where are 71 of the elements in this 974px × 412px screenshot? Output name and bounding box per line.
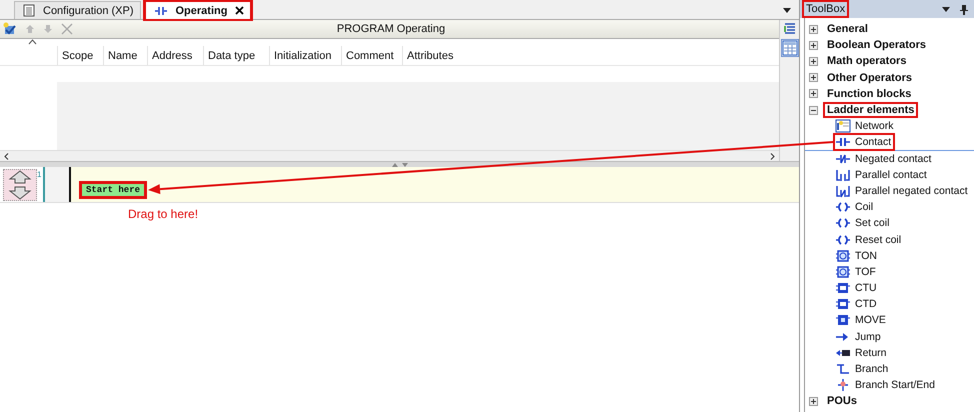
annotation-text: Drag to here! [127, 206, 198, 221]
column-header[interactable]: Data type [203, 46, 269, 65]
negated-contact-icon [835, 152, 851, 166]
collapse-icon[interactable] [809, 106, 818, 115]
pin-icon[interactable] [960, 4, 968, 14]
expand-icon[interactable] [809, 24, 818, 34]
toolbox-category[interactable]: Ladder elements [825, 104, 916, 116]
expand-icon[interactable] [809, 73, 818, 82]
toolbox-item[interactable]: Network [835, 119, 896, 134]
counter-block-icon [835, 281, 851, 296]
toolbox-item[interactable]: Branch Start/End [835, 378, 937, 392]
add-variable-icon[interactable] [3, 22, 17, 36]
toolbox-category[interactable]: Other Operators [825, 72, 914, 84]
toolbox-item[interactable]: Parallel contact [835, 168, 929, 182]
tab[interactable]: Configuration (XP) [14, 1, 140, 19]
toolbox-item[interactable]: MOVE [835, 313, 888, 328]
toolbox-item[interactable]: Negated contact [835, 152, 934, 166]
toolbox-item[interactable]: TOF [835, 264, 878, 279]
editor-title: PROGRAM Operating [336, 23, 446, 35]
toolbox-item[interactable]: Coil [835, 200, 876, 214]
toolbox-item[interactable]: TON [835, 248, 879, 263]
toolbox-item[interactable]: Parallel negated contact [835, 184, 970, 198]
expand-icon[interactable] [809, 89, 818, 98]
toolbox-category[interactable]: General [825, 23, 870, 36]
scroll-left-icon[interactable] [4, 152, 9, 160]
horizontal-scrollbar[interactable] [0, 150, 780, 161]
expand-icon[interactable] [809, 40, 818, 50]
timer-block-icon [835, 248, 851, 263]
toolbox-category[interactable]: Math operators [825, 55, 908, 68]
toolbox-item[interactable]: Branch [835, 362, 890, 376]
parallel-contact-icon [835, 168, 851, 182]
column-header[interactable]: Name [103, 46, 147, 65]
close-icon[interactable] [235, 6, 244, 15]
dropdown-icon[interactable] [942, 6, 950, 12]
document-icon [23, 4, 35, 17]
toolbox-item[interactable]: CTU [835, 281, 879, 296]
contact-icon [154, 4, 168, 16]
network-gutter [45, 167, 69, 202]
expand-icon[interactable] [809, 396, 818, 406]
declaration-view-icon[interactable] [782, 22, 797, 36]
branch-icon [835, 362, 851, 376]
column-header[interactable]: Comment [341, 46, 402, 65]
network-icon [835, 119, 851, 134]
toolbox-item[interactable]: Set coil [835, 216, 892, 230]
toolbox-item[interactable]: Contact [835, 134, 894, 149]
scroll-right-icon[interactable] [770, 152, 776, 160]
toolbox-category[interactable]: POUs [825, 395, 859, 408]
toolbox-item[interactable]: Jump [835, 330, 883, 344]
column-header[interactable]: Initialization [269, 46, 341, 65]
toolbox-item[interactable]: CTD [835, 297, 879, 312]
coil-icon [835, 232, 851, 247]
start-here-placeholder[interactable]: Start here [81, 183, 146, 197]
function-block-icon [835, 313, 851, 328]
toolbox-item[interactable]: Return [835, 346, 889, 360]
timer-block-icon [835, 264, 851, 279]
counter-block-icon [835, 297, 851, 312]
coil-icon [835, 216, 851, 230]
column-header[interactable]: Address [147, 46, 203, 65]
parallel-negated-contact-icon [835, 184, 851, 198]
dropdown-icon[interactable] [783, 8, 791, 13]
coil-icon [835, 200, 851, 214]
toolbox-title: ToolBox [804, 2, 848, 16]
branch-point-icon [835, 378, 851, 392]
collapse-icon[interactable] [28, 39, 37, 45]
toolbox-item[interactable]: Reset coil [835, 232, 904, 247]
column-header[interactable]: Scope [57, 46, 103, 65]
toolbox-category[interactable]: Function blocks [825, 88, 914, 100]
expand-icon[interactable] [809, 56, 818, 66]
tab[interactable]: Operating [144, 1, 252, 19]
table-view-icon[interactable] [782, 40, 798, 56]
toolbox-category[interactable]: Boolean Operators [825, 39, 928, 52]
